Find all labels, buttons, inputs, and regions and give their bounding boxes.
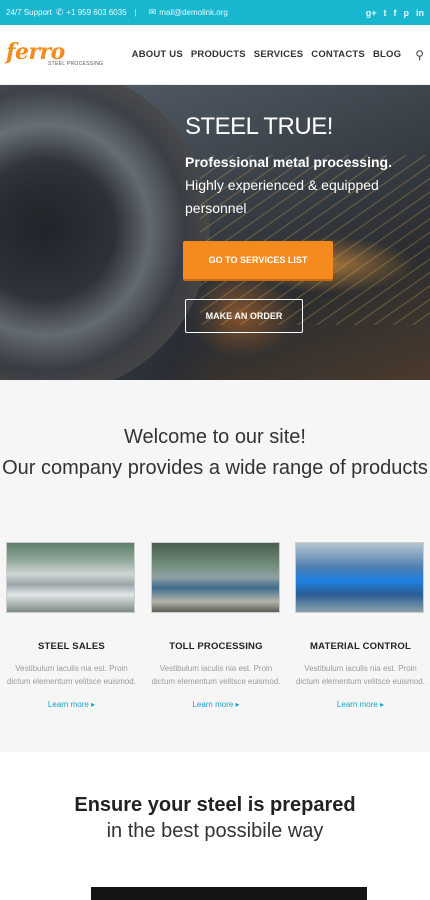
phone-icon: ✆ bbox=[55, 7, 64, 17]
feature-card-toll-processing: TOLL PROCESSING Vestibulum iaculis nia e… bbox=[150, 542, 282, 712]
steel-coils-image[interactable] bbox=[6, 542, 135, 613]
linkedin-icon[interactable]: in bbox=[416, 8, 424, 18]
card-title: STEEL SALES bbox=[38, 641, 105, 652]
support-label: 24/7 Support bbox=[6, 8, 52, 17]
pinterest-icon[interactable]: p bbox=[404, 8, 410, 18]
facebook-icon[interactable]: f bbox=[394, 8, 397, 18]
hero-lead-text: Highly experienced & equipped personnel bbox=[185, 177, 379, 216]
nav-products[interactable]: PRODUCTS bbox=[191, 49, 246, 60]
video-player[interactable] bbox=[91, 887, 367, 900]
learn-more-link[interactable]: Learn more ▸ bbox=[192, 700, 239, 709]
ensure-heading: Ensure your steel is prepared bbox=[74, 794, 356, 816]
welcome-line-1: Welcome to our site! bbox=[124, 426, 306, 448]
card-text: Vestibulum iaculis nia est. Proin dictum… bbox=[7, 664, 136, 686]
welcome-section: Welcome to our site! Our company provide… bbox=[0, 380, 430, 752]
grinder-disc-image bbox=[0, 85, 210, 380]
divider: | bbox=[134, 8, 137, 17]
card-title: MATERIAL CONTROL bbox=[309, 641, 411, 652]
hero-banner: STEEL TRUE! Professional metal processin… bbox=[0, 85, 430, 380]
hero-lead: Professional metal processing. Highly ex… bbox=[185, 151, 425, 220]
nav-services[interactable]: SERVICES bbox=[254, 49, 303, 60]
social-links: g+ t f p in bbox=[366, 8, 424, 18]
top-bar: 24/7 Support ✆ +1 959 603 6035 | ✉ mail@… bbox=[0, 0, 430, 25]
support-phone[interactable]: +1 959 603 6035 bbox=[66, 8, 126, 17]
ensure-subheading: in the best possibile way bbox=[106, 820, 324, 842]
site-header: ferro STEEL PROCESSING ABOUT US PRODUCTS… bbox=[0, 25, 430, 85]
services-list-button[interactable]: GO TO SERVICES LIST bbox=[183, 241, 333, 279]
learn-more-link[interactable]: Learn more ▸ bbox=[48, 700, 95, 709]
main-nav: ABOUT US PRODUCTS SERVICES CONTACTS BLOG bbox=[132, 49, 402, 60]
card-text: Vestibulum iaculis nia est. Proin dictum… bbox=[296, 664, 425, 686]
logo-mark: ferro bbox=[6, 39, 65, 65]
mail-icon: ✉ bbox=[148, 7, 157, 17]
support-email[interactable]: mail@demolink.org bbox=[159, 8, 228, 17]
feature-card-material-control: MATERIAL CONTROL Vestibulum iaculis nia … bbox=[295, 542, 426, 712]
feature-card-steel-sales: STEEL SALES Vestibulum iaculis nia est. … bbox=[6, 542, 137, 712]
learn-more-link[interactable]: Learn more ▸ bbox=[337, 700, 384, 709]
card-text: Vestibulum iaculis nia est. Proin dictum… bbox=[151, 664, 281, 686]
ensure-section: Ensure your steel is prepared in the bes… bbox=[0, 793, 430, 845]
welcome-line-2: Our company provides a wide range of pro… bbox=[2, 457, 428, 479]
make-order-button[interactable]: MAKE AN ORDER bbox=[185, 299, 303, 333]
search-icon[interactable]: ⚲ bbox=[415, 48, 424, 62]
welcome-title: Welcome to our site! Our company provide… bbox=[0, 422, 430, 484]
nav-about-us[interactable]: ABOUT US bbox=[132, 49, 183, 60]
logo[interactable]: ferro STEEL PROCESSING bbox=[6, 39, 104, 67]
nav-blog[interactable]: BLOG bbox=[373, 49, 401, 60]
hero-lead-bold: Professional metal processing. bbox=[185, 154, 392, 170]
nav-contacts[interactable]: CONTACTS bbox=[311, 49, 365, 60]
google-plus-icon[interactable]: g+ bbox=[366, 8, 377, 18]
card-title: TOLL PROCESSING bbox=[169, 641, 263, 652]
factory-floor-image[interactable] bbox=[150, 542, 280, 613]
twitter-icon[interactable]: t bbox=[384, 8, 387, 18]
feature-cards: STEEL SALES Vestibulum iaculis nia est. … bbox=[6, 542, 426, 712]
logo-subtitle: STEEL PROCESSING bbox=[48, 61, 104, 67]
machinery-image[interactable] bbox=[295, 542, 424, 613]
hero-title: STEEL TRUE! bbox=[185, 113, 333, 140]
